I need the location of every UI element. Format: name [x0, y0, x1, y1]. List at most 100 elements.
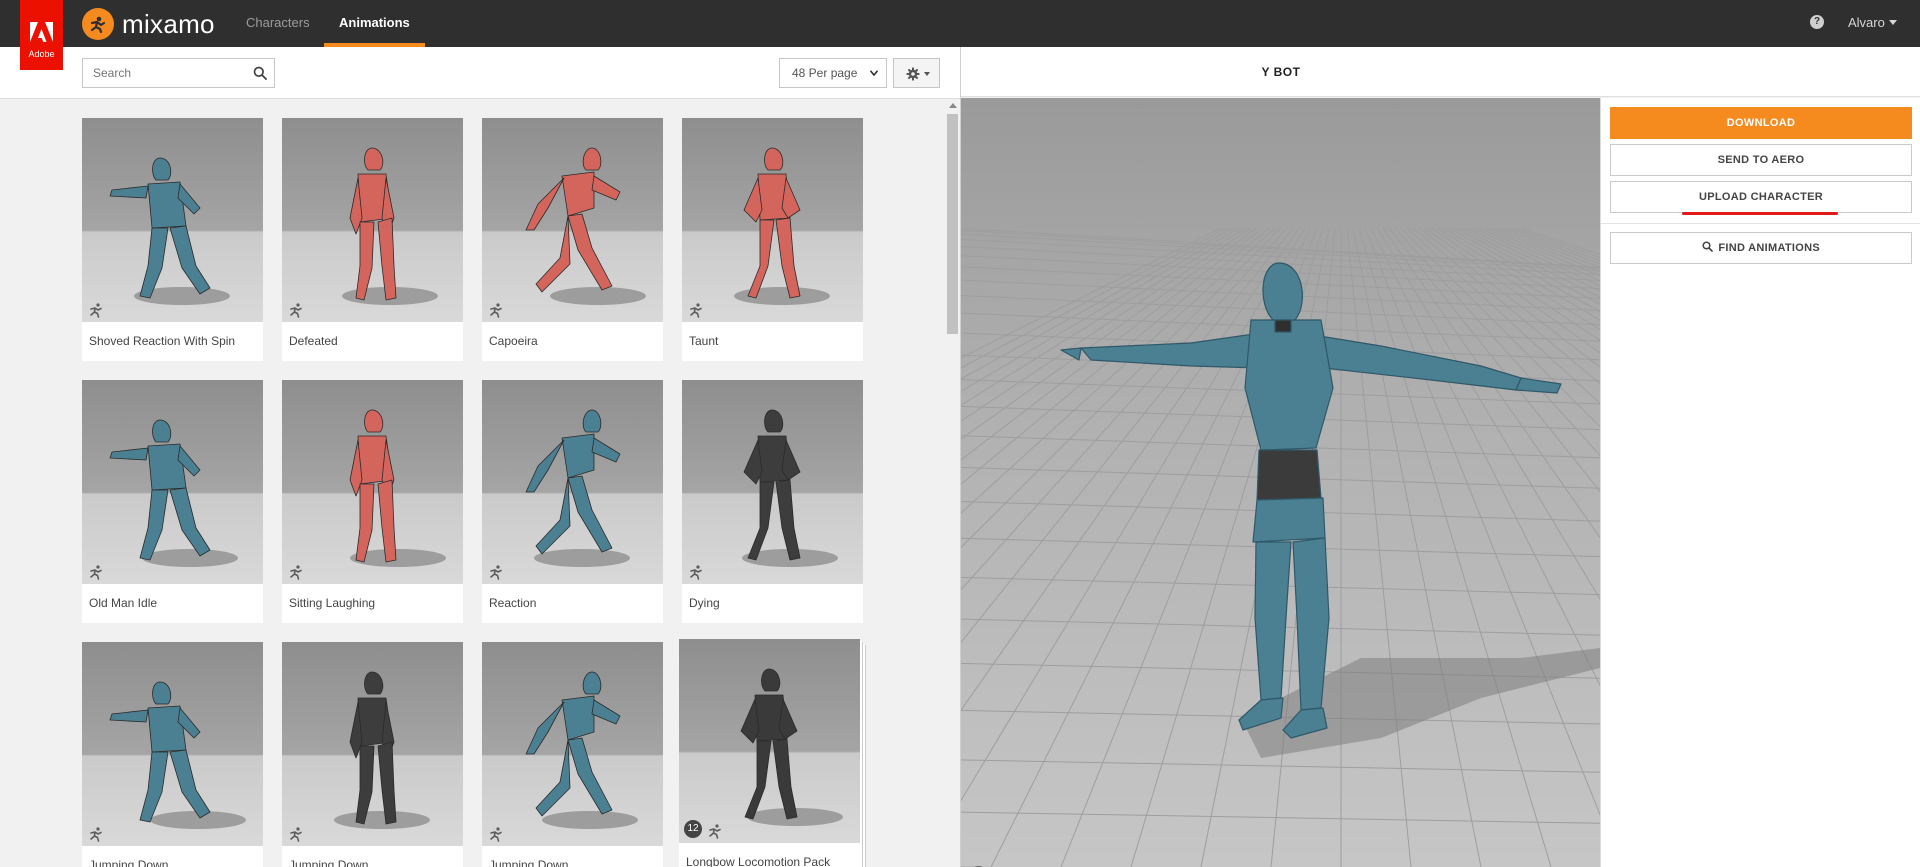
search-input[interactable]: [83, 59, 243, 87]
settings-dropdown-button[interactable]: [893, 58, 940, 88]
gear-icon: [906, 67, 920, 81]
find-animations-button[interactable]: FIND ANIMATIONS: [1610, 232, 1912, 264]
running-figure-icon: [709, 824, 721, 839]
animation-title: Dying: [689, 596, 720, 610]
soldier-figure-thumbnail: [742, 409, 838, 567]
running-figure-icon: [490, 565, 502, 580]
soldier-figure-thumbnail: [334, 671, 430, 829]
running-figure-icon: [490, 827, 502, 842]
animation-title: Capoeira: [489, 334, 538, 348]
upload-character-button[interactable]: UPLOAD CHARACTER: [1610, 181, 1912, 213]
animation-pack-card[interactable]: 12 Longbow Locomotion Pack: [679, 639, 860, 867]
ybot-figure-thumbnail: [525, 671, 638, 829]
scroll-up-arrow-icon[interactable]: [949, 103, 957, 108]
search-icon[interactable]: [253, 66, 267, 80]
animation-title: Defeated: [289, 334, 338, 348]
animation-card[interactable]: Capoeira: [482, 118, 663, 361]
running-figure-icon: [690, 303, 702, 318]
animation-thumbnail[interactable]: [82, 118, 263, 322]
animation-card[interactable]: Old Man Idle: [82, 380, 263, 623]
user-menu[interactable]: Alvaro: [1848, 15, 1897, 30]
user-name: Alvaro: [1848, 15, 1885, 30]
running-figure-icon: [290, 303, 302, 318]
animation-thumbnail[interactable]: [482, 642, 663, 846]
xbot-figure-thumbnail: [734, 147, 830, 305]
question-icon[interactable]: ?: [1810, 15, 1824, 29]
tab-characters[interactable]: Characters: [231, 0, 325, 47]
download-button[interactable]: DOWNLOAD: [1610, 107, 1912, 139]
animation-title: Jumping Down: [89, 858, 169, 867]
adobe-logo[interactable]: Adobe: [20, 0, 63, 70]
character-viewport[interactable]: [961, 98, 1600, 867]
animation-title: Jumping Down: [489, 858, 569, 867]
animation-title: Old Man Idle: [89, 596, 158, 610]
panel-separator: [1601, 223, 1920, 224]
adobe-logo-icon: [30, 22, 53, 42]
animation-thumbnail[interactable]: [482, 118, 663, 322]
ybot-shadow: [1241, 648, 1600, 758]
animation-thumbnail[interactable]: [82, 380, 263, 584]
running-figure-icon: [490, 303, 502, 318]
highlight-underline: [1682, 212, 1838, 215]
mixamo-logo-icon: [82, 8, 114, 40]
chevron-down-icon: [870, 70, 878, 76]
ybot-figure-thumbnail: [109, 681, 246, 829]
running-figure-icon: [290, 827, 302, 842]
per-page-select[interactable]: 48 Per page: [779, 58, 887, 88]
animation-title: Jumping Down: [289, 858, 369, 867]
animation-title: Taunt: [689, 334, 719, 348]
animation-card[interactable]: Taunt: [682, 118, 863, 361]
find-animations-label: FIND ANIMATIONS: [1718, 242, 1821, 254]
animation-thumbnail[interactable]: [682, 380, 863, 584]
animation-card[interactable]: Jumping Down: [482, 642, 663, 867]
viewer-header: Y BOT: [961, 47, 1920, 97]
action-panel: DOWNLOAD SEND TO AERO UPLOAD CHARACTER F…: [1600, 98, 1920, 867]
top-navbar: mixamo Characters Animations ? Alvaro: [0, 0, 1920, 47]
search-box: [82, 58, 275, 88]
ybot-figure-thumbnail: [109, 157, 230, 305]
running-figure-icon: [90, 827, 102, 842]
running-figure-icon: [90, 565, 102, 580]
xbot-figure-thumbnail: [349, 409, 446, 567]
ybot-character-model: [1060, 262, 1600, 758]
scrollbar-thumb[interactable]: [947, 114, 958, 334]
animation-thumbnail[interactable]: [482, 380, 663, 584]
chevron-down-icon: [1888, 20, 1897, 25]
animation-card[interactable]: Sitting Laughing: [282, 380, 463, 623]
running-figure-icon: [90, 303, 102, 318]
send-to-aero-button[interactable]: SEND TO AERO: [1610, 144, 1912, 176]
animation-title: Longbow Locomotion Pack: [686, 855, 831, 867]
animation-title: Reaction: [489, 596, 537, 610]
adobe-label: Adobe: [28, 49, 55, 59]
animation-thumbnail[interactable]: [82, 642, 263, 846]
animation-card[interactable]: Defeated: [282, 118, 463, 361]
animation-thumbnail[interactable]: [282, 380, 463, 584]
caret-down-icon: [924, 72, 930, 76]
animation-thumbnail[interactable]: [282, 118, 463, 322]
xbot-figure-thumbnail: [525, 147, 646, 305]
search-icon: [1702, 241, 1713, 252]
ybot-figure-thumbnail: [109, 419, 238, 567]
animation-thumbnail[interactable]: 12: [679, 639, 860, 843]
archer-figure-thumbnail: [740, 668, 843, 826]
grid-scrollbar[interactable]: [945, 100, 960, 867]
animation-card[interactable]: Dying: [682, 380, 863, 623]
animation-card[interactable]: Jumping Down: [82, 642, 263, 867]
animation-thumbnail[interactable]: [682, 118, 863, 322]
animation-card[interactable]: Jumping Down: [282, 642, 463, 867]
brand-name: mixamo: [122, 8, 215, 39]
xbot-figure-thumbnail: [342, 147, 438, 305]
pack-count-badge: 12: [684, 820, 702, 838]
animation-thumbnail[interactable]: [282, 642, 463, 846]
running-figure-icon: [690, 565, 702, 580]
mixamo-brand[interactable]: mixamo: [82, 8, 215, 40]
character-name: Y BOT: [1261, 65, 1301, 79]
tab-animations[interactable]: Animations: [324, 0, 425, 47]
browser-toolbar: 48 Per page: [0, 47, 960, 99]
running-figure-icon: [290, 565, 302, 580]
animation-grid: Shoved Reaction With Spin Defeated Capoe…: [0, 100, 945, 867]
animation-title: Shoved Reaction With Spin: [89, 334, 236, 348]
animation-card[interactable]: Shoved Reaction With Spin: [82, 118, 263, 361]
animation-card[interactable]: Reaction: [482, 380, 663, 623]
animation-title: Sitting Laughing: [289, 596, 376, 610]
